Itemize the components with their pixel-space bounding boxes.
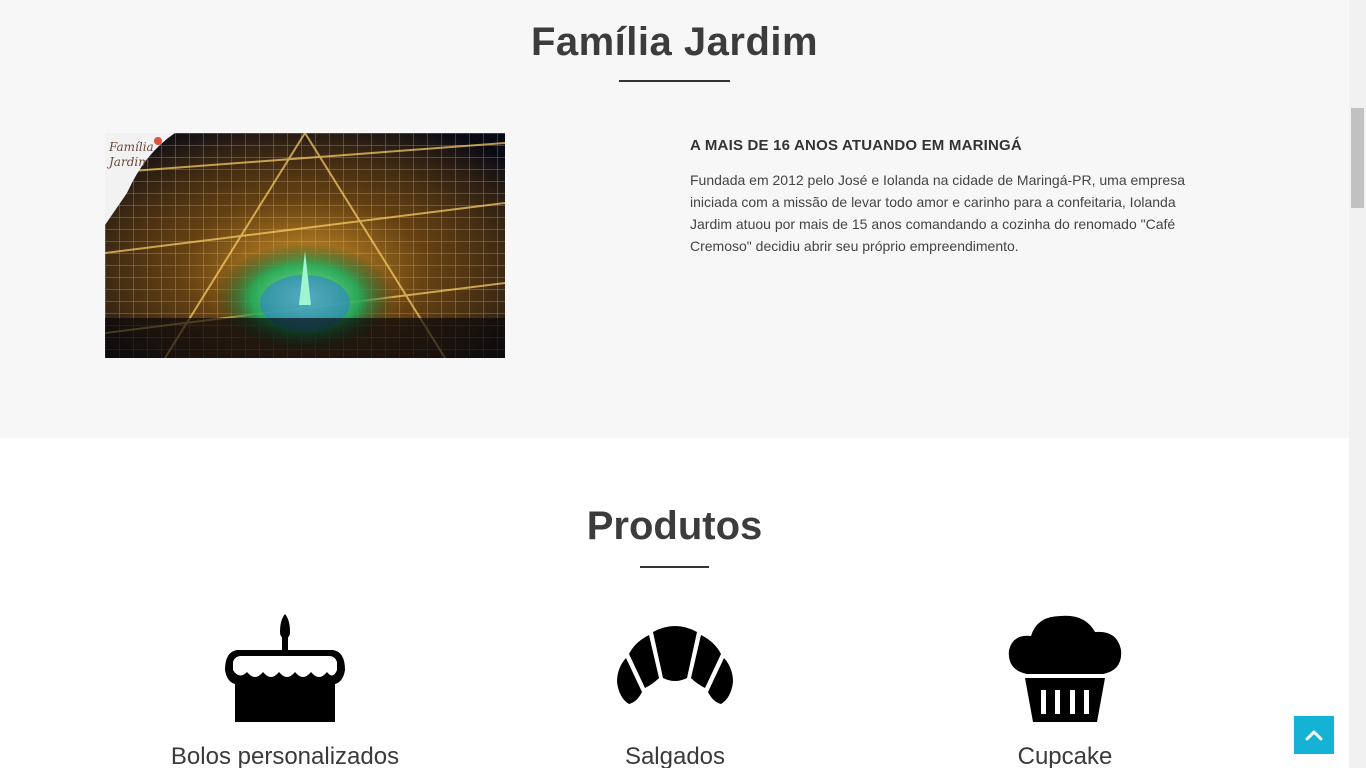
products-section: Produtos Bolos personalizados Salgados C… xyxy=(0,438,1349,768)
svg-text:Jardim: Jardim xyxy=(106,155,150,169)
title-divider xyxy=(640,566,709,568)
cupcake-icon xyxy=(1008,615,1122,722)
about-subtitle: A MAIS DE 16 ANOS ATUANDO EM MARINGÁ xyxy=(690,137,1022,154)
chevron-up-icon xyxy=(1305,730,1323,741)
croissant-icon xyxy=(617,626,733,704)
product-label: Bolos personalizados xyxy=(170,743,400,768)
about-section: Família Jardim Família Jardim A MAIS DE … xyxy=(0,0,1349,438)
products-title: Produtos xyxy=(586,504,763,548)
product-card-cake[interactable]: Bolos personalizados xyxy=(135,610,435,768)
city-night-photo: Família Jardim xyxy=(105,133,505,358)
product-card-cupcake[interactable]: Cupcake xyxy=(915,610,1215,768)
product-card-salgados[interactable]: Salgados xyxy=(525,610,825,768)
title-divider xyxy=(619,80,730,82)
back-to-top-button[interactable] xyxy=(1294,716,1334,754)
product-label: Salgados xyxy=(624,743,726,768)
about-description: Fundada em 2012 pelo José e Iolanda na c… xyxy=(690,172,1185,254)
about-title: Família Jardim xyxy=(530,20,819,64)
svg-text:Família: Família xyxy=(108,140,154,154)
scrollbar-thumb[interactable] xyxy=(1351,108,1364,208)
vertical-scrollbar[interactable] xyxy=(1349,0,1366,768)
product-label: Cupcake xyxy=(1017,743,1113,768)
page: Família Jardim Família Jardim A MAIS DE … xyxy=(0,0,1349,768)
cake-icon xyxy=(225,614,345,722)
